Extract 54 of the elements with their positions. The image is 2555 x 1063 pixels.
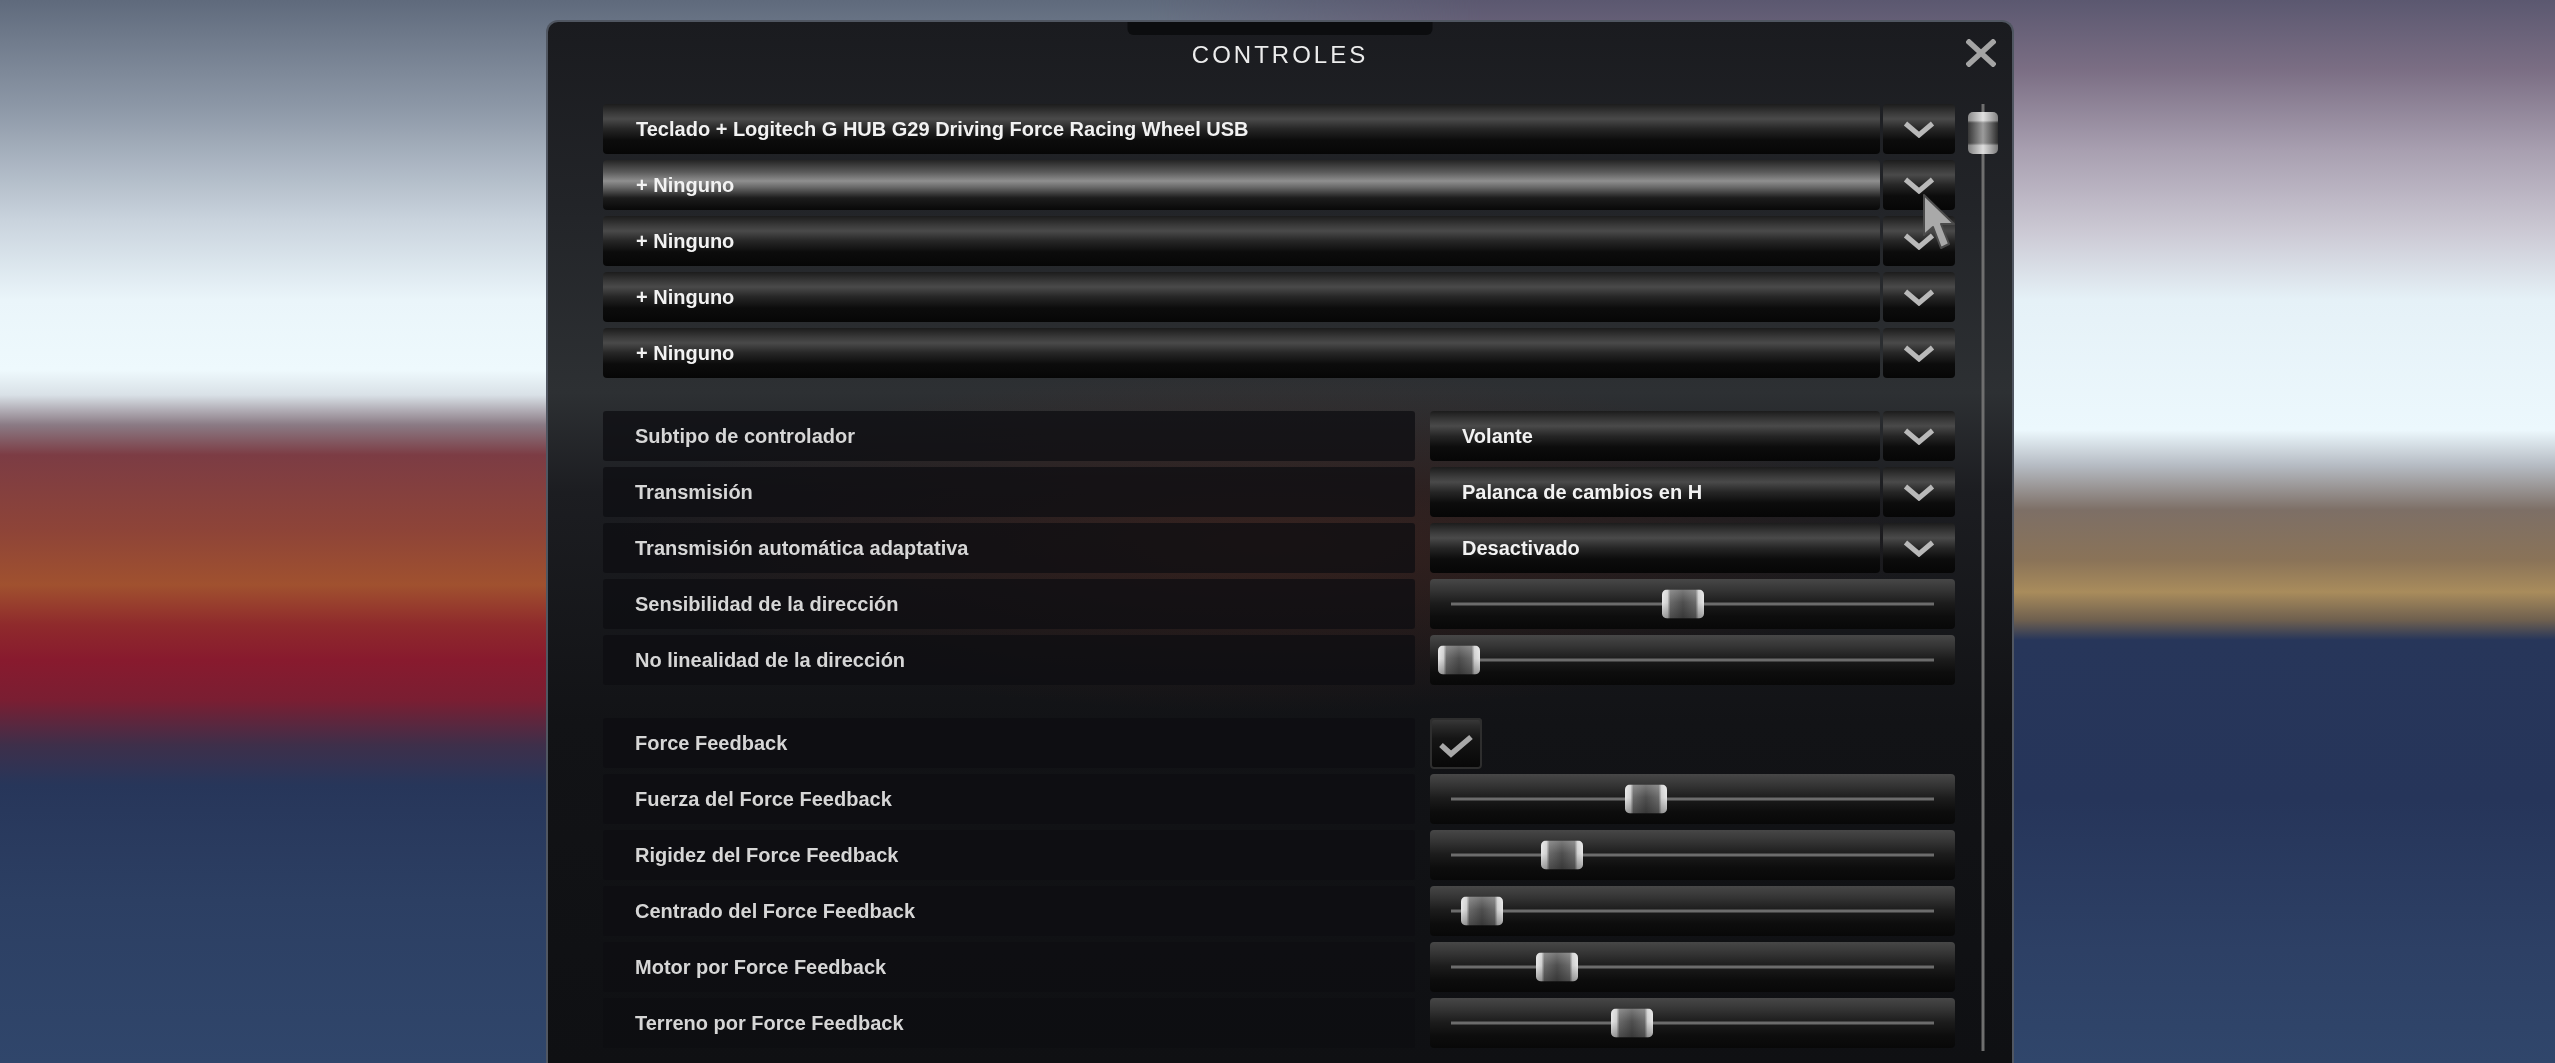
setting-label: Centrado del Force Feedback <box>603 886 1415 936</box>
setting-label: Transmisión automática adaptativa <box>603 523 1415 573</box>
window-title: CONTROLES <box>1191 40 1369 70</box>
chevron-down-icon <box>1903 288 1935 306</box>
dropdown-button[interactable] <box>1883 411 1955 461</box>
setting-label: Sensibilidad de la dirección <box>603 579 1415 629</box>
chevron-down-icon <box>1903 427 1935 445</box>
checkbox[interactable] <box>1430 718 1482 769</box>
slider-thumb[interactable] <box>1624 784 1667 814</box>
device-selector[interactable]: Teclado + Logitech G HUB G29 Driving Force Racing Wheel USB <box>603 104 1880 154</box>
slider-track[interactable] <box>1430 998 1955 1048</box>
slider-track[interactable] <box>1430 886 1955 936</box>
dropdown-field[interactable]: Desactivado <box>1430 523 1880 573</box>
close-button[interactable] <box>1966 39 1996 67</box>
dropdown-field[interactable]: Volante <box>1430 411 1880 461</box>
slider-track[interactable] <box>1430 635 1955 685</box>
mouse-pointer-icon <box>1922 193 1958 251</box>
dropdown-field[interactable]: Palanca de cambios en H <box>1430 467 1880 517</box>
setting-label: Force Feedback <box>603 718 1415 768</box>
setting-label: No linealidad de la dirección <box>603 635 1415 685</box>
dropdown-button[interactable] <box>1883 160 1955 210</box>
device-selector[interactable]: + Ninguno <box>603 216 1880 266</box>
dropdown-button[interactable] <box>1883 328 1955 378</box>
device-selector[interactable]: + Ninguno <box>603 272 1880 322</box>
dropdown-button[interactable] <box>1883 272 1955 322</box>
setting-label: Transmisión <box>603 467 1415 517</box>
dropdown-button[interactable] <box>1883 104 1955 154</box>
slider-thumb[interactable] <box>1610 1008 1653 1038</box>
chevron-down-icon <box>1903 120 1935 138</box>
slider-track[interactable] <box>1430 830 1955 880</box>
chevron-down-icon <box>1903 344 1935 362</box>
slider-track[interactable] <box>1430 579 1955 629</box>
chevron-down-icon <box>1903 232 1935 250</box>
close-icon <box>1966 39 1996 67</box>
device-selector[interactable]: + Ninguno <box>603 328 1880 378</box>
chevron-down-icon <box>1903 539 1935 557</box>
slider-track[interactable] <box>1430 942 1955 992</box>
slider-thumb[interactable] <box>1438 645 1480 675</box>
scrollbar-thumb[interactable] <box>1968 112 1998 154</box>
setting-label: Rigidez del Force Feedback <box>603 830 1415 880</box>
slider-thumb[interactable] <box>1536 952 1579 982</box>
chevron-down-icon <box>1903 176 1935 194</box>
checkmark-icon <box>1438 733 1474 758</box>
slider-thumb[interactable] <box>1662 589 1705 619</box>
slider-thumb[interactable] <box>1540 840 1583 870</box>
setting-label: Subtipo de controlador <box>603 411 1415 461</box>
dropdown-button[interactable] <box>1883 467 1955 517</box>
setting-label: Fuerza del Force Feedback <box>603 774 1415 824</box>
dropdown-button[interactable] <box>1883 523 1955 573</box>
device-selector[interactable]: + Ninguno <box>603 160 1880 210</box>
scrollbar-track[interactable] <box>1968 104 1998 1051</box>
slider-track[interactable] <box>1430 774 1955 824</box>
slider-thumb[interactable] <box>1461 896 1504 926</box>
chevron-down-icon <box>1903 483 1935 501</box>
